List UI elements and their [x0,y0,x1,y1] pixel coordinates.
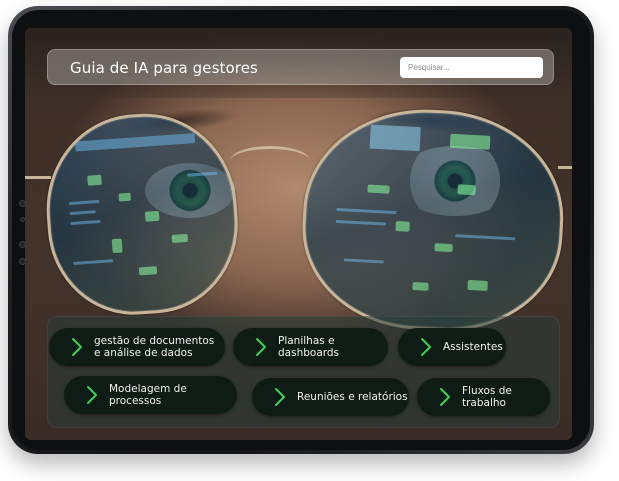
left-lens-reflection [40,107,244,321]
topic-meetings-reports-button[interactable]: Reuniões e relatórios [252,378,409,416]
topic-label: Assistentes [443,341,503,353]
chevron-right-icon [256,338,266,356]
chevron-right-icon [440,388,450,406]
topic-process-modeling-button[interactable]: Modelagem de processos [64,376,237,414]
glasses-bridge [230,146,310,176]
topic-label: Modelagem de processos [109,383,187,407]
app-screen: Guia de IA para gestores gestão de docum… [25,28,572,440]
search-input[interactable] [400,57,543,78]
chevron-right-icon [275,388,285,406]
topic-spreadsheets-button[interactable]: Planilhas e dashboards [233,328,388,366]
topic-label: Fluxos de trabalho [462,385,512,409]
glasses-temple-right [558,166,572,169]
right-lens-reflection [297,103,569,337]
chevron-right-icon [72,338,82,356]
chevron-right-icon [87,386,97,404]
header-bar: Guia de IA para gestores [47,49,554,85]
topic-label: gestão de documentos e análise de dados [94,335,215,359]
topic-document-management-button[interactable]: gestão de documentos e análise de dados [49,328,225,366]
chevron-right-icon [421,338,431,356]
topic-label: Planilhas e dashboards [278,335,340,359]
topic-assistants-button[interactable]: Assistentes [398,328,506,366]
topic-label: Reuniões e relatórios [297,391,408,403]
glasses-temple-left [25,176,51,179]
page-title: Guia de IA para gestores [70,59,258,77]
topic-workflows-button[interactable]: Fluxos de trabalho [417,378,550,416]
